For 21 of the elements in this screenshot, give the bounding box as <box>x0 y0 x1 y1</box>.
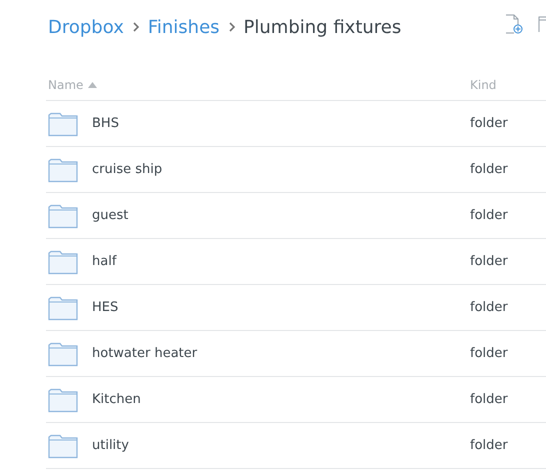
new-file-icon[interactable] <box>505 14 523 34</box>
breadcrumb-current: Plumbing fixtures <box>244 16 402 40</box>
kind-cell-text: folder <box>470 298 508 317</box>
kind-cell-text: folder <box>470 114 508 133</box>
file-name[interactable]: BHS <box>92 114 119 134</box>
file-name[interactable]: HES <box>92 298 118 318</box>
file-name[interactable]: guest <box>92 206 128 226</box>
kind-cell-text: folder <box>470 252 508 271</box>
kind-cell-text: folder <box>470 436 508 455</box>
kind-cell-text: folder <box>470 160 508 179</box>
file-name[interactable]: cruise ship <box>92 160 162 180</box>
kind-cell-text: folder <box>470 390 508 409</box>
file-name[interactable]: Kitchen <box>92 390 141 410</box>
file-name[interactable]: hotwater heater <box>92 344 198 364</box>
chevron-icon <box>132 21 140 33</box>
sort-up-icon <box>88 82 98 88</box>
kind-cell-text: folder <box>470 344 508 363</box>
chevron-icon <box>228 21 236 33</box>
file-name[interactable]: half <box>92 252 116 272</box>
file-name[interactable]: utility <box>92 436 129 456</box>
kind-cell-text: folder <box>470 206 508 225</box>
